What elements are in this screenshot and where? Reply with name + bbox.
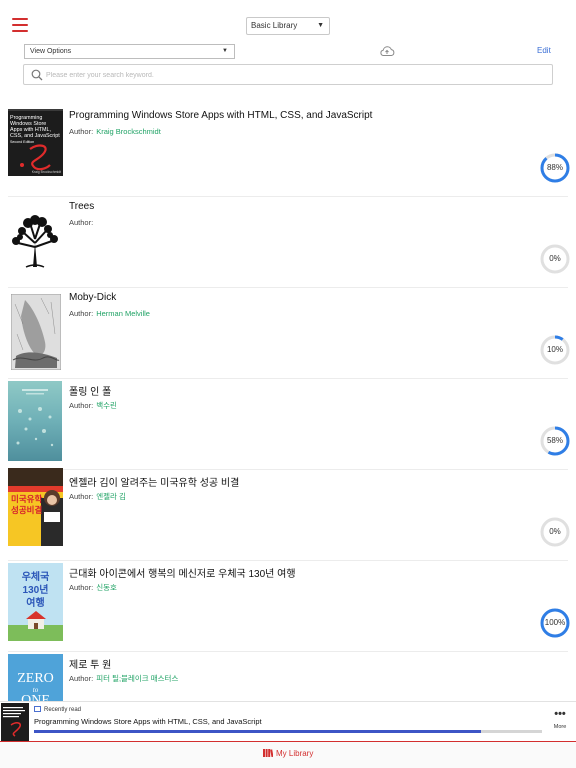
progress-percent: 0% [549, 254, 561, 263]
edit-button[interactable]: Edit [537, 46, 551, 55]
author-row: Author: 신동호 [69, 582, 117, 593]
book-list-item[interactable]: Moby-Dick Author: Herman Melville 10% [8, 288, 570, 379]
author-label: Author: [69, 492, 94, 501]
cloud-sync-icon[interactable] [379, 45, 395, 57]
books-icon [263, 749, 273, 757]
nav-my-library[interactable]: My Library [263, 749, 313, 758]
cover-text: 여행 [26, 598, 45, 609]
bookmark-icon [34, 706, 41, 712]
author-name[interactable]: 엔젤라 김 [96, 492, 126, 501]
bottom-nav: My Library [0, 742, 576, 768]
book-list-item[interactable]: 우체국 130년 여행 근대화 아이콘에서 행복의 메신저로 우체국 130년 … [8, 561, 570, 652]
recent-book-cover[interactable] [1, 703, 29, 741]
book-cover [8, 381, 62, 461]
top-bar: Basic Library ▼ [0, 0, 576, 40]
progress-percent: 100% [544, 618, 566, 627]
author-row: Author: 엔젤라 김 [69, 491, 126, 502]
reading-progress-ring: 58% [540, 426, 570, 456]
author-row: Author: 백수린 [69, 400, 117, 411]
book-cover: 미국유학 성공비결 [8, 468, 63, 546]
author-label: Author: [69, 127, 94, 136]
book-cover [11, 294, 61, 370]
book-list-item[interactable]: Programming Windows Store Apps with HTML… [8, 106, 570, 197]
book-title[interactable]: 제로 투 원 [69, 656, 111, 671]
book-title[interactable]: 폴링 인 폴 [69, 383, 111, 398]
author-row: Author: Kraig Brockschmidt [69, 127, 161, 136]
book-title[interactable]: Moby-Dick [69, 292, 116, 303]
my-library-label: My Library [276, 749, 314, 758]
view-options-value: View Options [30, 48, 72, 55]
book-title[interactable]: Programming Windows Store Apps with HTML… [69, 110, 372, 121]
hamburger-menu-icon[interactable] [12, 18, 28, 32]
author-name[interactable]: 백수린 [96, 401, 117, 410]
recent-progress-fill [34, 730, 482, 733]
book-cover: 우체국 130년 여행 [8, 563, 63, 641]
recently-read-bar[interactable]: Recently read Programming Windows Store … [0, 701, 576, 741]
author-name[interactable]: 신동호 [96, 583, 117, 592]
cover-text: ZERO [17, 671, 54, 686]
author-label: Author: [69, 218, 94, 227]
author-label: Author: [69, 674, 94, 683]
book-title[interactable]: 엔젤라 김이 알려주는 미국유학 성공 비결 [69, 474, 239, 489]
book-list: Programming Windows Store Apps with HTML… [0, 106, 576, 743]
cover-text: 미국유학 [11, 494, 43, 504]
reading-progress-ring: 0% [540, 244, 570, 274]
author-name[interactable]: 피터 틸;블레이크 매스터스 [96, 674, 178, 683]
reading-progress-ring: 0% [540, 517, 570, 547]
book-list-item[interactable]: 폴링 인 폴 Author: 백수린 58% [8, 379, 570, 470]
book-title[interactable]: Trees [69, 201, 94, 212]
search-bar[interactable] [23, 64, 553, 85]
reading-progress-ring: 100% [540, 608, 570, 638]
more-dots-icon: ••• [554, 708, 566, 720]
recently-read-title[interactable]: Programming Windows Store Apps with HTML… [34, 717, 262, 726]
dropdown-caret-icon: ▼ [317, 22, 324, 29]
progress-percent: 58% [546, 436, 563, 445]
book-cover: Programming Windows Store Apps with HTML… [8, 109, 63, 176]
author-label: Author: [69, 583, 94, 592]
book-title[interactable]: 근대화 아이콘에서 행복의 메신저로 우체국 130년 여행 [69, 565, 296, 580]
cover-text: 우체국 [21, 572, 50, 583]
search-input[interactable] [46, 68, 546, 82]
cover-author: Kraig Brockschmidt [31, 170, 61, 174]
view-options-select[interactable]: View Options ▼ [24, 44, 235, 59]
progress-percent: 0% [549, 527, 561, 536]
reading-progress-ring: 10% [540, 335, 570, 365]
author-name[interactable]: Kraig Brockschmidt [96, 127, 161, 136]
book-list-item[interactable]: Trees Author: 0% [8, 197, 570, 288]
cover-text: Second Edition [10, 140, 35, 144]
reading-progress-ring: 88% [540, 153, 570, 183]
more-button[interactable]: ••• More [549, 708, 571, 731]
author-row: Author: Herman Melville [69, 309, 150, 318]
more-label: More [553, 724, 567, 730]
author-row: Author: 피터 틸;블레이크 매스터스 [69, 673, 178, 684]
library-select[interactable]: Basic Library ▼ [246, 17, 330, 35]
author-label: Author: [69, 401, 94, 410]
library-select-value: Basic Library [251, 21, 298, 30]
progress-percent: 10% [546, 345, 563, 354]
toolbar: View Options ▼ Edit [0, 40, 576, 102]
author-row: Author: [69, 218, 96, 227]
search-icon [31, 69, 43, 81]
recently-read-label: Recently read [34, 706, 81, 713]
recently-read-text: Recently read [44, 707, 82, 713]
book-list-item[interactable]: 미국유학 성공비결 엔젤라 김이 알려주는 미국유학 성공 비결 Author:… [8, 468, 570, 561]
author-label: Author: [69, 309, 94, 318]
progress-percent: 88% [546, 163, 563, 172]
cover-text: 130년 [22, 585, 49, 596]
cover-text: 성공비결 [11, 505, 43, 515]
book-cover [8, 213, 62, 269]
recent-progress-bar [34, 730, 542, 733]
author-name[interactable]: Herman Melville [96, 309, 150, 318]
dropdown-caret-icon: ▼ [222, 48, 228, 54]
